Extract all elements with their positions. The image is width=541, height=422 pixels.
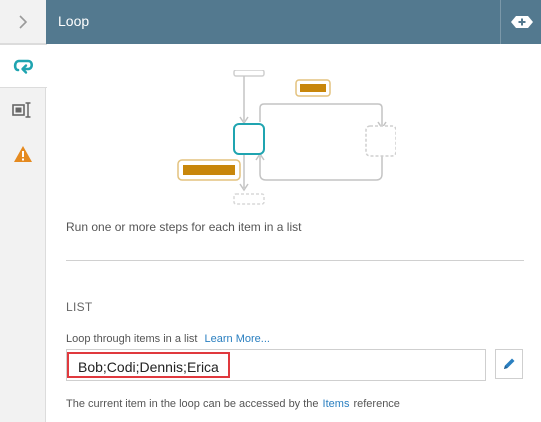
hint-suffix: reference — [353, 398, 400, 410]
panel-header: Loop — [46, 0, 541, 44]
items-reference-link[interactable]: Items — [323, 398, 350, 410]
main-content: Run one or more steps for each item in a… — [46, 44, 541, 422]
hint-prefix: The current item in the loop can be acce… — [66, 398, 319, 410]
chevron-right-icon — [19, 14, 28, 29]
loop-diagram — [177, 70, 396, 205]
warning-icon — [14, 146, 32, 162]
list-field-label: Loop through items in a list Learn More.… — [66, 333, 270, 345]
list-value[interactable]: Bob;Codi;Dennis;Erica — [67, 352, 230, 378]
list-field-label-text: Loop through items in a list — [66, 333, 198, 345]
edit-list-button[interactable] — [495, 349, 523, 379]
collapse-toggle[interactable] — [0, 0, 46, 44]
input-field-icon — [12, 102, 31, 118]
rail-item-warnings[interactable] — [0, 132, 46, 176]
add-tag-icon — [511, 16, 533, 28]
page-title: Loop — [58, 13, 90, 29]
current-item-hint: The current item in the loop can be acce… — [66, 398, 400, 410]
pencil-icon — [504, 358, 515, 369]
header-divider — [500, 0, 501, 44]
side-rail — [0, 0, 47, 422]
rail-item-input[interactable] — [0, 88, 46, 132]
section-divider — [66, 260, 524, 261]
add-tag-button[interactable] — [510, 11, 534, 33]
list-input[interactable]: Bob;Codi;Dennis;Erica — [66, 349, 486, 381]
loop-icon — [13, 59, 33, 74]
rail-item-loop[interactable] — [0, 44, 47, 88]
loop-description: Run one or more steps for each item in a… — [66, 220, 302, 234]
list-section-title: LIST — [66, 300, 93, 314]
learn-more-link[interactable]: Learn More... — [205, 333, 270, 345]
